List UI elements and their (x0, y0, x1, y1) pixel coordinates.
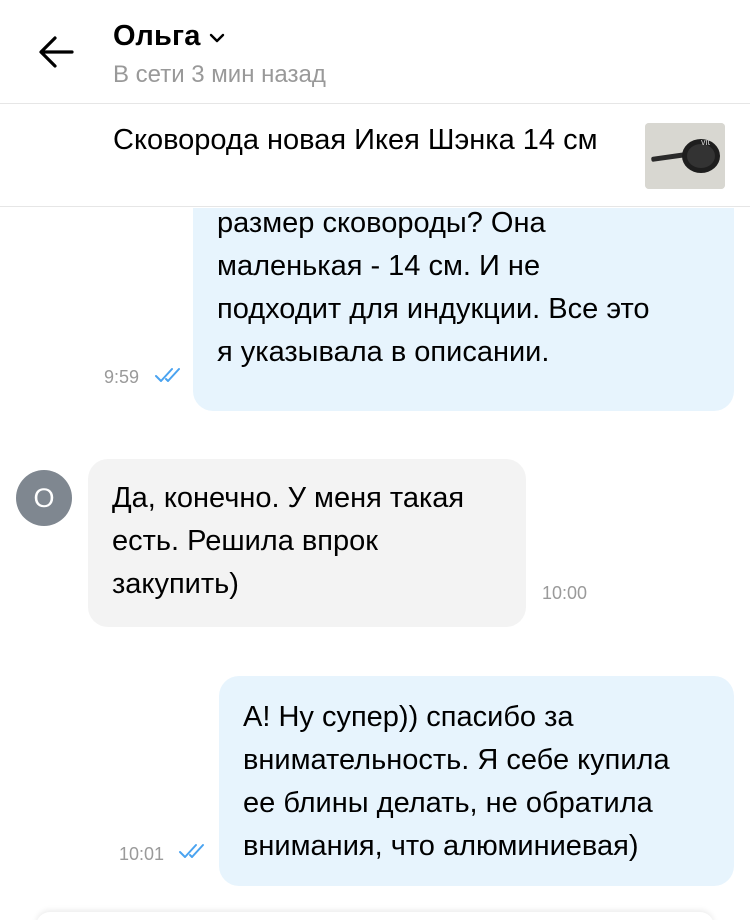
message-line: А! Ну супер)) спасибо за (243, 701, 574, 733)
frying-pan-icon: vit (645, 123, 725, 189)
message-line: есть. Решила впрок (112, 525, 378, 557)
message-line: маленькая - 14 см. И не (217, 250, 541, 282)
listing-thumbnail: vit (645, 123, 725, 189)
chat-header: Ольга В сети 3 мин назад (0, 0, 750, 104)
message-line: внимания, что алюминиевая) (243, 830, 639, 862)
message-time: 10:00 (542, 583, 588, 603)
message-line: я указывала в описании. (217, 336, 550, 368)
arrow-left-icon (39, 36, 74, 68)
outgoing-message[interactable]: размер сковороды? Она маленькая - 14 см.… (193, 208, 734, 411)
message-line: закупить) (112, 568, 239, 600)
message-line: подходит для индукции. Все это (217, 293, 650, 325)
double-check-icon (155, 368, 180, 382)
outgoing-message[interactable]: А! Ну супер)) спасибо за внимательность.… (219, 676, 734, 886)
message-time: 9:59 (104, 367, 140, 387)
chevron-down-icon (209, 33, 224, 43)
message-line: ее блины делать, не обратила (243, 787, 653, 819)
contact-name: Ольга (113, 20, 201, 52)
message-line: Да, конечно. У меня такая (112, 482, 465, 514)
bottom-panel-edge (36, 912, 714, 920)
message-list[interactable]: размер сковороды? Она маленькая - 14 см.… (0, 208, 750, 920)
message-time: 10:01 (119, 844, 165, 864)
back-button[interactable] (30, 28, 82, 76)
contact-name-dropdown[interactable]: Ольга (113, 20, 225, 53)
incoming-message[interactable]: Да, конечно. У меня такая есть. Решила в… (88, 459, 526, 627)
listing-card[interactable]: Сковорода новая Икея Шэнка 14 см vit (0, 105, 750, 207)
double-check-icon (179, 844, 204, 858)
avatar[interactable]: О (16, 470, 72, 526)
svg-text:vit: vit (701, 137, 710, 147)
online-status: В сети 3 мин назад (113, 61, 326, 88)
message-line: размер сковороды? Она (217, 208, 546, 239)
message-line: внимательность. Я себе купила (243, 744, 670, 776)
listing-title: Сковорода новая Икея Шэнка 14 см (113, 124, 598, 156)
